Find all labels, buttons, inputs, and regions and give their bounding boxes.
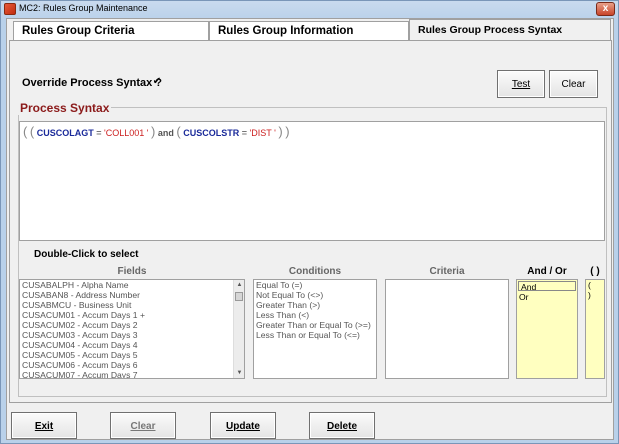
exit-button[interactable]: Exit [11, 412, 77, 439]
and-or-header: And / Or [527, 266, 567, 277]
list-item[interactable]: CUSABAN8 - Address Number [20, 290, 244, 300]
syntax-keyword: and [157, 128, 174, 138]
syntax-field: CUSCOLAGT [36, 128, 94, 138]
list-item[interactable]: CUSACUM02 - Accum Days 2 [20, 320, 244, 330]
scroll-down-icon[interactable]: ▼ [234, 368, 244, 378]
list-item[interactable]: CUSACUM06 - Accum Days 6 [20, 360, 244, 370]
window-title: MC2: Rules Group Maintenance [19, 3, 148, 13]
fields-scrollbar[interactable]: ▲ ▼ [233, 280, 244, 378]
list-item[interactable]: CUSABALPH - Alpha Name [20, 280, 244, 290]
scroll-thumb[interactable] [235, 292, 243, 301]
tab-rules-group-criteria[interactable]: Rules Group Criteria [13, 21, 209, 41]
select-hint: Double-Click to select [34, 249, 139, 260]
list-item[interactable]: CUSACUM03 - Accum Days 3 [20, 330, 244, 340]
list-item[interactable]: Less Than (<) [254, 310, 376, 320]
fields-list[interactable]: CUSABALPH - Alpha Name CUSABAN8 - Addres… [19, 279, 245, 379]
app-window: MC2: Rules Group Maintenance x Rules Gro… [0, 0, 619, 444]
close-button[interactable]: x [596, 2, 615, 16]
syntax-paren: ( [29, 124, 35, 139]
and-or-list[interactable]: And Or [516, 279, 578, 379]
delete-button[interactable]: Delete [309, 412, 375, 439]
list-item[interactable]: Less Than or Equal To (<=) [254, 330, 376, 340]
clear-button[interactable]: Clear [110, 412, 176, 439]
syntax-field: CUSCOLSTR [183, 128, 240, 138]
list-item[interactable]: And [518, 281, 576, 291]
clear-button-label: Clear [130, 421, 156, 432]
override-process-syntax-label: Override Process Syntax ? [22, 77, 163, 89]
parens-list[interactable]: ( ) [585, 279, 605, 379]
parens-header: ( ) [590, 266, 600, 277]
syntax-paren: ( [176, 124, 181, 139]
test-button[interactable]: Test [497, 70, 545, 98]
syntax-operator: = [241, 128, 248, 138]
list-item[interactable]: Equal To (=) [254, 280, 376, 290]
override-checkbox[interactable]: ✔ [152, 77, 162, 87]
tab-rules-group-process-syntax[interactable]: Rules Group Process Syntax [409, 19, 611, 42]
syntax-paren: ) [151, 124, 156, 139]
list-item[interactable]: Greater Than (>) [254, 300, 376, 310]
list-item[interactable]: ) [586, 290, 604, 300]
process-syntax-editor[interactable]: ( ( CUSCOLAGT = 'COLL001 ' ) and ( CUSCO… [19, 121, 605, 241]
list-item[interactable]: CUSACUM04 - Accum Days 4 [20, 340, 244, 350]
clear-syntax-button[interactable]: Clear [549, 70, 598, 98]
list-item[interactable]: CUSACUM05 - Accum Days 5 [20, 350, 244, 360]
syntax-paren: ) [285, 124, 290, 139]
tab-rules-group-information[interactable]: Rules Group Information [209, 21, 409, 41]
app-icon [4, 3, 16, 15]
conditions-list[interactable]: Equal To (=) Not Equal To (<>) Greater T… [253, 279, 377, 379]
list-item[interactable]: CUSACUM07 - Accum Days 7 [20, 370, 244, 378]
criteria-header: Criteria [429, 266, 465, 277]
client-area: Rules Group Criteria Rules Group Informa… [6, 18, 614, 440]
delete-button-label: Delete [326, 421, 357, 432]
test-button-label: Test [511, 79, 531, 90]
list-item[interactable]: Or [517, 292, 577, 302]
syntax-paren: ) [278, 124, 283, 139]
list-item[interactable]: CUSACUM01 - Accum Days 1 + [20, 310, 244, 320]
scroll-up-icon[interactable]: ▲ [234, 280, 244, 290]
fields-header: Fields [117, 266, 147, 277]
tab-bar: Rules Group Criteria Rules Group Informa… [7, 19, 613, 42]
process-syntax-title: Process Syntax [18, 101, 112, 115]
exit-button-label: Exit [34, 421, 54, 432]
syntax-operator: = [96, 128, 102, 138]
conditions-header: Conditions [288, 266, 342, 277]
criteria-list[interactable] [385, 279, 509, 379]
syntax-value: 'COLL001 ' [104, 128, 149, 138]
syntax-value: 'DIST ' [249, 128, 276, 138]
update-button[interactable]: Update [210, 412, 276, 439]
list-item[interactable]: CUSABMCU - Business Unit [20, 300, 244, 310]
list-item[interactable]: Greater Than or Equal To (>=) [254, 320, 376, 330]
list-item[interactable]: ( [586, 280, 604, 290]
update-button-label: Update [226, 421, 260, 432]
list-item[interactable]: Not Equal To (<>) [254, 290, 376, 300]
syntax-paren: ( [23, 124, 28, 139]
title-bar: MC2: Rules Group Maintenance x [1, 1, 618, 18]
